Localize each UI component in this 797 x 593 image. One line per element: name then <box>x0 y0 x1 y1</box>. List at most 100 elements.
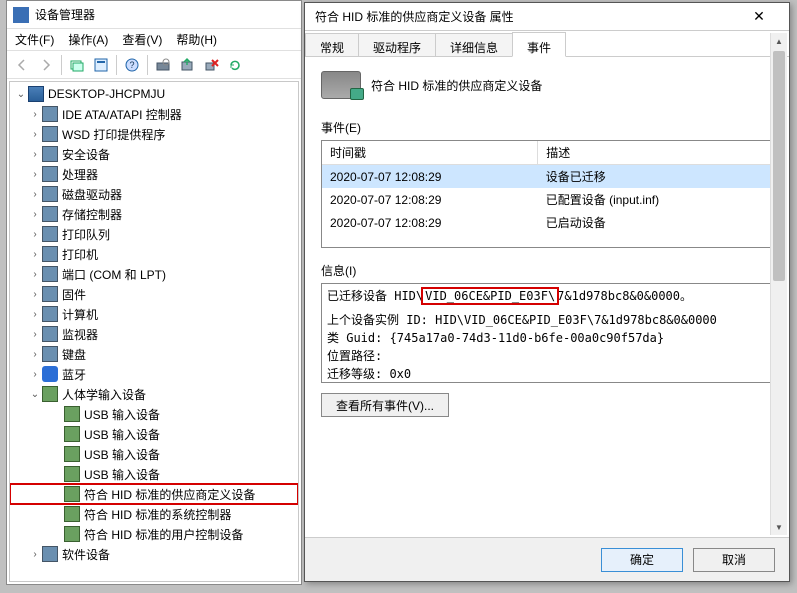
expand-placeholder <box>50 487 64 501</box>
expand-icon[interactable]: › <box>28 167 42 181</box>
expand-icon[interactable]: › <box>28 367 42 381</box>
close-button[interactable]: ✕ <box>739 4 779 30</box>
expand-icon[interactable]: › <box>28 227 42 241</box>
tab-details[interactable]: 详细信息 <box>435 33 513 56</box>
cancel-button[interactable]: 取消 <box>693 548 775 572</box>
toolbar-update-driver-icon[interactable] <box>176 54 198 76</box>
dm-titlebar: 设备管理器 <box>7 1 301 29</box>
scroll-up-icon[interactable]: ▲ <box>771 33 787 49</box>
category-icon <box>42 146 58 162</box>
dm-app-icon <box>13 7 29 23</box>
tree-category[interactable]: ›打印机 <box>10 244 298 264</box>
expand-placeholder <box>50 427 64 441</box>
expand-icon[interactable]: › <box>28 187 42 201</box>
event-desc: 已启动设备 <box>538 211 772 234</box>
tab-events[interactable]: 事件 <box>512 32 566 57</box>
tree-root-label: DESKTOP-JHCPMJU <box>48 87 165 101</box>
toolbar-properties-icon[interactable] <box>90 54 112 76</box>
col-time[interactable]: 时间戳 <box>322 141 538 165</box>
events-list[interactable]: 时间戳 描述 2020-07-07 12:08:29设备已迁移2020-07-0… <box>321 140 773 248</box>
tree-category[interactable]: ›安全设备 <box>10 144 298 164</box>
category-icon <box>42 106 58 122</box>
menu-file[interactable]: 文件(F) <box>15 31 54 48</box>
event-desc: 已配置设备 (input.inf) <box>538 188 772 211</box>
expand-icon[interactable]: › <box>28 267 42 281</box>
tree-category[interactable]: ›软件设备 <box>10 544 298 564</box>
tree-root[interactable]: ⌄ DESKTOP-JHCPMJU <box>10 84 298 104</box>
tree-device[interactable]: USB 输入设备 <box>10 444 298 464</box>
tree-category[interactable]: ›固件 <box>10 284 298 304</box>
info-line1a: 已迁移设备 HID\ <box>327 289 423 303</box>
tree-category[interactable]: ›监视器 <box>10 324 298 344</box>
tree-category[interactable]: ›打印队列 <box>10 224 298 244</box>
expand-icon[interactable]: › <box>28 247 42 261</box>
tree-device[interactable]: USB 输入设备 <box>10 464 298 484</box>
tab-driver[interactable]: 驱动程序 <box>358 33 436 56</box>
info-highlight: VID_06CE&PID_E03F\ <box>423 289 557 303</box>
info-line3: 类 Guid: {745a17a0-74d3-11d0-b6fe-00a0c90… <box>327 329 767 347</box>
ok-button[interactable]: 确定 <box>601 548 683 572</box>
menu-help[interactable]: 帮助(H) <box>176 31 217 48</box>
expand-icon[interactable]: › <box>28 347 42 361</box>
tree-category[interactable]: ⌄人体学输入设备 <box>10 384 298 404</box>
tree-device[interactable]: 符合 HID 标准的用户控制设备 <box>10 524 298 544</box>
hid-device-icon <box>64 426 80 442</box>
tree-category[interactable]: ›处理器 <box>10 164 298 184</box>
col-desc[interactable]: 描述 <box>538 141 772 165</box>
toolbar-help-icon[interactable]: ? <box>121 54 143 76</box>
tree-category[interactable]: › 端口 (COM 和 LPT) <box>10 264 298 284</box>
prop-titlebar: 符合 HID 标准的供应商定义设备 属性 ✕ <box>305 3 789 31</box>
toolbar-scan-icon[interactable] <box>66 54 88 76</box>
tree-device[interactable]: USB 输入设备 <box>10 424 298 444</box>
category-icon <box>42 546 58 562</box>
tree-device[interactable]: 符合 HID 标准的供应商定义设备 <box>10 484 298 504</box>
expand-icon[interactable]: › <box>28 547 42 561</box>
toolbar-uninstall-icon[interactable] <box>200 54 222 76</box>
info-label: 信息(I) <box>321 262 773 279</box>
expand-icon[interactable]: ⌄ <box>14 87 28 101</box>
device-tree[interactable]: ⌄ DESKTOP-JHCPMJU ›IDE ATA/ATAPI 控制器›WSD… <box>9 81 299 582</box>
tree-category[interactable]: ›IDE ATA/ATAPI 控制器 <box>10 104 298 124</box>
view-all-events-button[interactable]: 查看所有事件(V)... <box>321 393 449 417</box>
category-icon <box>42 346 58 362</box>
device-name: 符合 HID 标准的供应商定义设备 <box>371 77 542 94</box>
expand-icon[interactable]: › <box>28 327 42 341</box>
event-time: 2020-07-07 12:08:29 <box>322 211 538 234</box>
toolbar-forward-icon[interactable] <box>35 54 57 76</box>
scroll-down-icon[interactable]: ▼ <box>771 519 787 535</box>
tree-category[interactable]: ›键盘 <box>10 344 298 364</box>
expand-icon[interactable]: › <box>28 127 42 141</box>
event-row[interactable]: 2020-07-07 12:08:29设备已迁移 <box>322 165 772 189</box>
svg-text:?: ? <box>129 60 134 70</box>
toolbar-refresh-icon[interactable] <box>224 54 246 76</box>
expand-placeholder <box>50 447 64 461</box>
scroll-thumb[interactable] <box>773 51 785 281</box>
tree-category[interactable]: ›WSD 打印提供程序 <box>10 124 298 144</box>
info-textbox[interactable]: 已迁移设备 HID\VID_06CE&PID_E03F\7&1d978bc8&0… <box>321 283 773 383</box>
toolbar-back-icon[interactable] <box>11 54 33 76</box>
menu-view[interactable]: 查看(V) <box>122 31 162 48</box>
hid-device-icon <box>64 506 80 522</box>
category-label: 端口 (COM 和 LPT) <box>62 266 166 283</box>
expand-icon[interactable]: › <box>28 207 42 221</box>
tree-category[interactable]: ›磁盘驱动器 <box>10 184 298 204</box>
event-row[interactable]: 2020-07-07 12:08:29已启动设备 <box>322 211 772 234</box>
expand-icon[interactable]: › <box>28 287 42 301</box>
category-icon <box>42 326 58 342</box>
category-icon <box>42 286 58 302</box>
event-row[interactable]: 2020-07-07 12:08:29已配置设备 (input.inf) <box>322 188 772 211</box>
expand-icon[interactable]: ⌄ <box>28 387 42 401</box>
prop-scrollbar[interactable]: ▲ ▼ <box>770 33 787 535</box>
tree-category[interactable]: ›存储控制器 <box>10 204 298 224</box>
expand-icon[interactable]: › <box>28 147 42 161</box>
tree-category[interactable]: ›蓝牙 <box>10 364 298 384</box>
prop-footer: 确定 取消 <box>305 537 789 581</box>
tree-device[interactable]: 符合 HID 标准的系统控制器 <box>10 504 298 524</box>
expand-icon[interactable]: › <box>28 107 42 121</box>
tree-category[interactable]: ›计算机 <box>10 304 298 324</box>
menu-action[interactable]: 操作(A) <box>68 31 108 48</box>
toolbar-scan-hardware-icon[interactable] <box>152 54 174 76</box>
tree-device[interactable]: USB 输入设备 <box>10 404 298 424</box>
expand-icon[interactable]: › <box>28 307 42 321</box>
tab-general[interactable]: 常规 <box>305 33 359 56</box>
